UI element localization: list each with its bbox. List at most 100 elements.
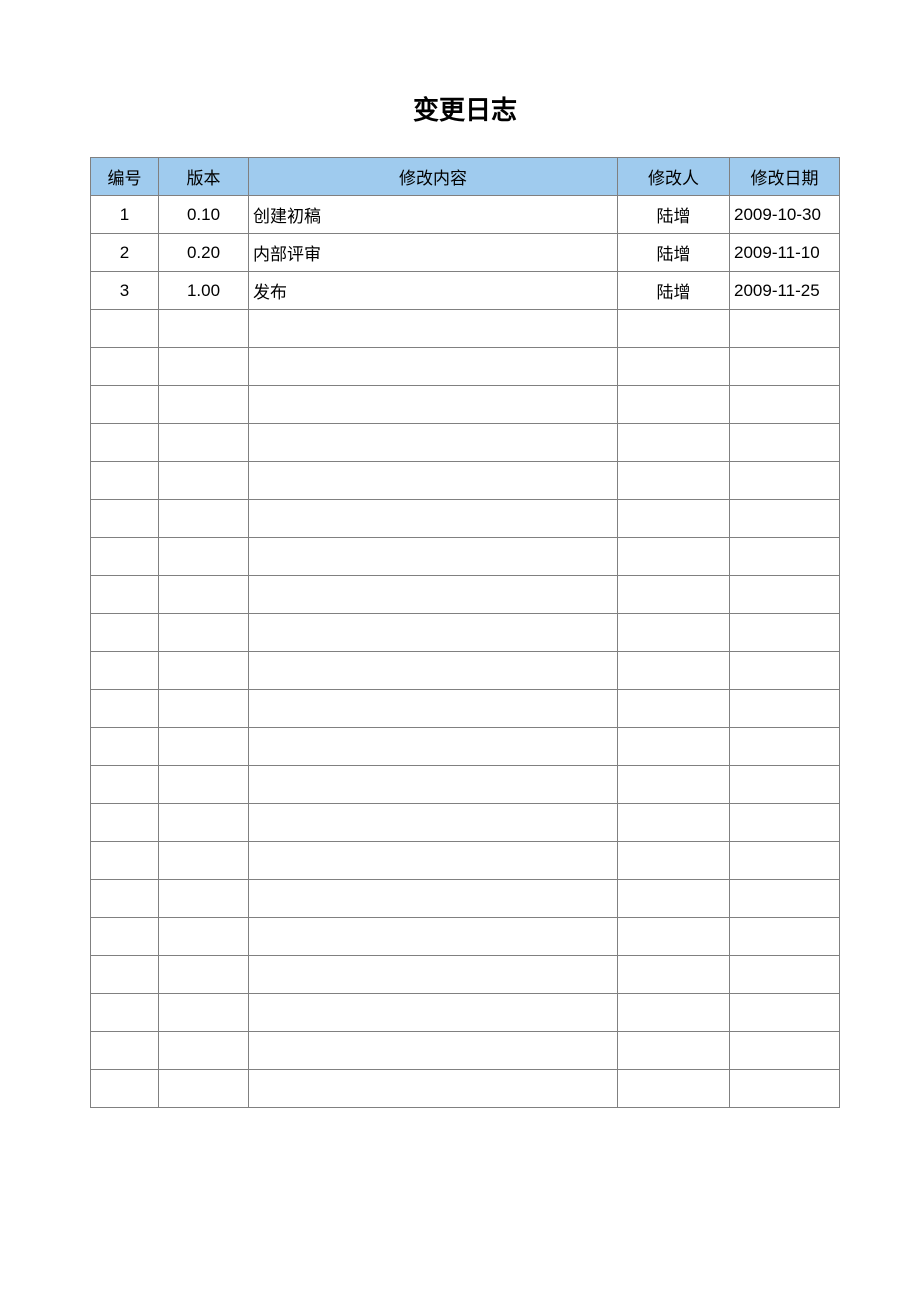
table-row [91, 880, 840, 918]
header-id: 编号 [91, 158, 159, 196]
cell-date: 2009-11-10 [730, 234, 840, 272]
cell-version: 0.20 [159, 234, 249, 272]
cell-date [730, 462, 840, 500]
cell-id [91, 538, 159, 576]
cell-id [91, 880, 159, 918]
cell-id: 2 [91, 234, 159, 272]
table-row [91, 462, 840, 500]
table-header-row: 编号 版本 修改内容 修改人 修改日期 [91, 158, 840, 196]
cell-date: 2009-10-30 [730, 196, 840, 234]
cell-version [159, 462, 249, 500]
cell-date [730, 1070, 840, 1108]
cell-id [91, 956, 159, 994]
cell-author [618, 310, 730, 348]
cell-version [159, 614, 249, 652]
cell-version: 0.10 [159, 196, 249, 234]
cell-id [91, 424, 159, 462]
cell-desc [249, 994, 618, 1032]
cell-version [159, 804, 249, 842]
cell-id [91, 386, 159, 424]
table-row [91, 348, 840, 386]
cell-author [618, 880, 730, 918]
cell-author: 陆增 [618, 272, 730, 310]
cell-author [618, 348, 730, 386]
table-row [91, 804, 840, 842]
table-row [91, 842, 840, 880]
cell-desc [249, 386, 618, 424]
header-author: 修改人 [618, 158, 730, 196]
table-row [91, 956, 840, 994]
table-row [91, 424, 840, 462]
header-version: 版本 [159, 158, 249, 196]
cell-id [91, 1070, 159, 1108]
cell-author [618, 386, 730, 424]
cell-version [159, 918, 249, 956]
cell-version [159, 880, 249, 918]
cell-desc: 发布 [249, 272, 618, 310]
cell-author [618, 462, 730, 500]
cell-version [159, 766, 249, 804]
cell-id: 1 [91, 196, 159, 234]
cell-desc [249, 766, 618, 804]
cell-desc [249, 842, 618, 880]
cell-author [618, 728, 730, 766]
cell-version [159, 538, 249, 576]
header-desc: 修改内容 [249, 158, 618, 196]
cell-version [159, 386, 249, 424]
table-row [91, 1032, 840, 1070]
cell-id [91, 614, 159, 652]
cell-date [730, 956, 840, 994]
cell-id [91, 766, 159, 804]
cell-author [618, 614, 730, 652]
cell-desc [249, 690, 618, 728]
cell-date [730, 652, 840, 690]
cell-desc [249, 652, 618, 690]
cell-author [618, 842, 730, 880]
cell-desc [249, 500, 618, 538]
cell-author [618, 538, 730, 576]
cell-date [730, 918, 840, 956]
cell-date [730, 348, 840, 386]
table-row [91, 728, 840, 766]
cell-date [730, 424, 840, 462]
cell-date [730, 880, 840, 918]
cell-desc: 内部评审 [249, 234, 618, 272]
table-row [91, 994, 840, 1032]
cell-id [91, 1032, 159, 1070]
cell-version [159, 500, 249, 538]
table-body: 10.10创建初稿陆增2009-10-3020.20内部评审陆增2009-11-… [91, 196, 840, 1108]
cell-author [618, 652, 730, 690]
cell-date [730, 614, 840, 652]
cell-author [618, 994, 730, 1032]
cell-author [618, 956, 730, 994]
cell-version [159, 842, 249, 880]
cell-id [91, 804, 159, 842]
cell-version [159, 690, 249, 728]
cell-version [159, 994, 249, 1032]
cell-desc [249, 956, 618, 994]
cell-desc [249, 462, 618, 500]
cell-date [730, 576, 840, 614]
cell-id [91, 994, 159, 1032]
cell-id [91, 842, 159, 880]
cell-author [618, 690, 730, 728]
cell-id [91, 500, 159, 538]
cell-date: 2009-11-25 [730, 272, 840, 310]
page-title: 变更日志 [90, 90, 840, 127]
cell-date [730, 728, 840, 766]
cell-id [91, 728, 159, 766]
table-row: 10.10创建初稿陆增2009-10-30 [91, 196, 840, 234]
cell-date [730, 842, 840, 880]
cell-desc [249, 576, 618, 614]
table-row [91, 766, 840, 804]
cell-desc [249, 1032, 618, 1070]
table-row [91, 386, 840, 424]
cell-date [730, 804, 840, 842]
cell-version: 1.00 [159, 272, 249, 310]
cell-id [91, 652, 159, 690]
cell-author [618, 1032, 730, 1070]
table-row [91, 652, 840, 690]
cell-desc [249, 424, 618, 462]
cell-author [618, 500, 730, 538]
cell-author [618, 1070, 730, 1108]
